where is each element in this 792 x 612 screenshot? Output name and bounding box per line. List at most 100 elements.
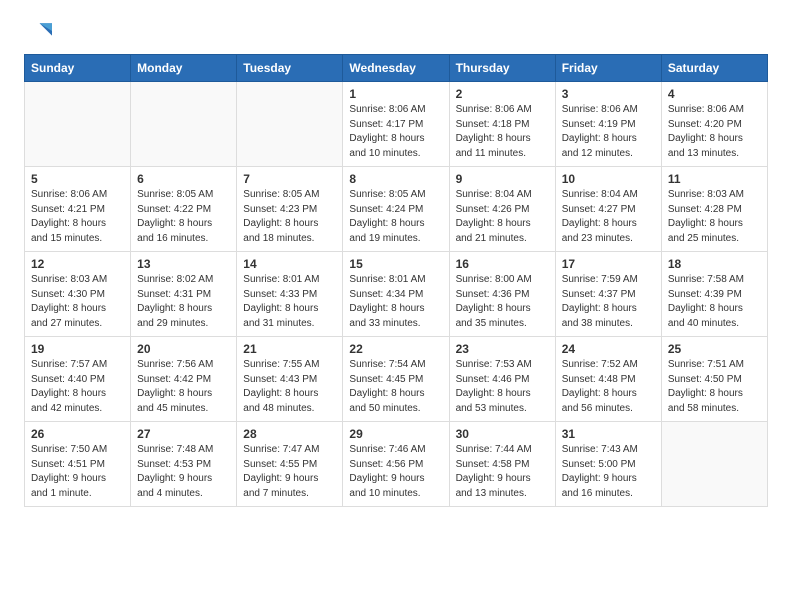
calendar-header-sunday: Sunday — [25, 55, 131, 82]
day-info: Sunrise: 8:03 AM Sunset: 4:30 PM Dayligh… — [31, 273, 124, 331]
calendar-header-saturday: Saturday — [661, 55, 767, 82]
calendar-cell: 27 Sunrise: 7:48 AM Sunset: 4:53 PM Dayli… — [131, 422, 237, 507]
day-number: 24 — [562, 342, 655, 356]
day-info: Sunrise: 7:56 AM Sunset: 4:42 PM Dayligh… — [137, 358, 230, 416]
day-info: Sunrise: 7:52 AM Sunset: 4:48 PM Dayligh… — [562, 358, 655, 416]
day-number: 5 — [31, 172, 124, 186]
calendar-cell: 20 Sunrise: 7:56 AM Sunset: 4:42 PM Dayli… — [131, 337, 237, 422]
calendar-week-row: 19 Sunrise: 7:57 AM Sunset: 4:40 PM Dayli… — [25, 337, 768, 422]
day-number: 12 — [31, 257, 124, 271]
day-number: 21 — [243, 342, 336, 356]
day-info: Sunrise: 7:55 AM Sunset: 4:43 PM Dayligh… — [243, 358, 336, 416]
calendar-cell: 19 Sunrise: 7:57 AM Sunset: 4:40 PM Dayli… — [25, 337, 131, 422]
calendar-cell: 7 Sunrise: 8:05 AM Sunset: 4:23 PM Daylig… — [237, 167, 343, 252]
day-number: 9 — [456, 172, 549, 186]
calendar-week-row: 26 Sunrise: 7:50 AM Sunset: 4:51 PM Dayli… — [25, 422, 768, 507]
calendar-cell: 21 Sunrise: 7:55 AM Sunset: 4:43 PM Dayli… — [237, 337, 343, 422]
day-info: Sunrise: 8:03 AM Sunset: 4:28 PM Dayligh… — [668, 188, 761, 246]
calendar-cell: 10 Sunrise: 8:04 AM Sunset: 4:27 PM Dayli… — [555, 167, 661, 252]
day-number: 14 — [243, 257, 336, 271]
day-number: 1 — [349, 87, 442, 101]
day-info: Sunrise: 8:00 AM Sunset: 4:36 PM Dayligh… — [456, 273, 549, 331]
calendar-week-row: 1 Sunrise: 8:06 AM Sunset: 4:17 PM Daylig… — [25, 82, 768, 167]
day-number: 26 — [31, 427, 124, 441]
day-number: 7 — [243, 172, 336, 186]
day-number: 23 — [456, 342, 549, 356]
day-info: Sunrise: 7:46 AM Sunset: 4:56 PM Dayligh… — [349, 443, 442, 501]
day-info: Sunrise: 7:57 AM Sunset: 4:40 PM Dayligh… — [31, 358, 124, 416]
day-number: 18 — [668, 257, 761, 271]
day-info: Sunrise: 8:06 AM Sunset: 4:20 PM Dayligh… — [668, 103, 761, 161]
day-number: 31 — [562, 427, 655, 441]
day-number: 25 — [668, 342, 761, 356]
calendar-week-row: 12 Sunrise: 8:03 AM Sunset: 4:30 PM Dayli… — [25, 252, 768, 337]
day-info: Sunrise: 8:05 AM Sunset: 4:23 PM Dayligh… — [243, 188, 336, 246]
day-info: Sunrise: 8:01 AM Sunset: 4:34 PM Dayligh… — [349, 273, 442, 331]
day-info: Sunrise: 8:05 AM Sunset: 4:24 PM Dayligh… — [349, 188, 442, 246]
day-info: Sunrise: 8:06 AM Sunset: 4:21 PM Dayligh… — [31, 188, 124, 246]
day-info: Sunrise: 8:06 AM Sunset: 4:18 PM Dayligh… — [456, 103, 549, 161]
logo-icon — [24, 20, 52, 42]
day-number: 8 — [349, 172, 442, 186]
day-number: 22 — [349, 342, 442, 356]
calendar-cell: 22 Sunrise: 7:54 AM Sunset: 4:45 PM Dayli… — [343, 337, 449, 422]
day-info: Sunrise: 7:50 AM Sunset: 4:51 PM Dayligh… — [31, 443, 124, 501]
day-number: 30 — [456, 427, 549, 441]
day-info: Sunrise: 8:06 AM Sunset: 4:17 PM Dayligh… — [349, 103, 442, 161]
day-number: 15 — [349, 257, 442, 271]
calendar-cell — [237, 82, 343, 167]
day-info: Sunrise: 7:43 AM Sunset: 5:00 PM Dayligh… — [562, 443, 655, 501]
calendar-cell: 14 Sunrise: 8:01 AM Sunset: 4:33 PM Dayli… — [237, 252, 343, 337]
day-number: 11 — [668, 172, 761, 186]
calendar-header-monday: Monday — [131, 55, 237, 82]
calendar-cell: 24 Sunrise: 7:52 AM Sunset: 4:48 PM Dayli… — [555, 337, 661, 422]
calendar-cell: 1 Sunrise: 8:06 AM Sunset: 4:17 PM Daylig… — [343, 82, 449, 167]
day-number: 29 — [349, 427, 442, 441]
calendar-cell: 31 Sunrise: 7:43 AM Sunset: 5:00 PM Dayli… — [555, 422, 661, 507]
day-info: Sunrise: 7:59 AM Sunset: 4:37 PM Dayligh… — [562, 273, 655, 331]
calendar-cell: 3Sunrise: 8:06 AM Sunset: 4:19 PM Daylig… — [555, 82, 661, 167]
page-header — [24, 20, 768, 42]
calendar-cell: 9 Sunrise: 8:04 AM Sunset: 4:26 PM Daylig… — [449, 167, 555, 252]
calendar-cell: 26 Sunrise: 7:50 AM Sunset: 4:51 PM Dayli… — [25, 422, 131, 507]
day-number: 27 — [137, 427, 230, 441]
day-number: 17 — [562, 257, 655, 271]
calendar-cell: 11 Sunrise: 8:03 AM Sunset: 4:28 PM Dayli… — [661, 167, 767, 252]
calendar-header-row: SundayMondayTuesdayWednesdayThursdayFrid… — [25, 55, 768, 82]
calendar-cell — [25, 82, 131, 167]
day-info: Sunrise: 7:48 AM Sunset: 4:53 PM Dayligh… — [137, 443, 230, 501]
calendar-cell: 12 Sunrise: 8:03 AM Sunset: 4:30 PM Dayli… — [25, 252, 131, 337]
day-number: 19 — [31, 342, 124, 356]
calendar-cell: 2 Sunrise: 8:06 AM Sunset: 4:18 PM Daylig… — [449, 82, 555, 167]
day-number: 2 — [456, 87, 549, 101]
calendar-header-tuesday: Tuesday — [237, 55, 343, 82]
day-number: 20 — [137, 342, 230, 356]
calendar-cell: 5 Sunrise: 8:06 AM Sunset: 4:21 PM Daylig… — [25, 167, 131, 252]
calendar-cell: 17 Sunrise: 7:59 AM Sunset: 4:37 PM Dayli… — [555, 252, 661, 337]
calendar-header-thursday: Thursday — [449, 55, 555, 82]
day-info: Sunrise: 8:02 AM Sunset: 4:31 PM Dayligh… — [137, 273, 230, 331]
day-info: Sunrise: 8:01 AM Sunset: 4:33 PM Dayligh… — [243, 273, 336, 331]
calendar-cell: 23 Sunrise: 7:53 AM Sunset: 4:46 PM Dayli… — [449, 337, 555, 422]
calendar-cell: 18 Sunrise: 7:58 AM Sunset: 4:39 PM Dayli… — [661, 252, 767, 337]
calendar-header-friday: Friday — [555, 55, 661, 82]
day-info: Sunrise: 7:54 AM Sunset: 4:45 PM Dayligh… — [349, 358, 442, 416]
calendar-cell: 16 Sunrise: 8:00 AM Sunset: 4:36 PM Dayli… — [449, 252, 555, 337]
calendar-cell: 4 Sunrise: 8:06 AM Sunset: 4:20 PM Daylig… — [661, 82, 767, 167]
day-info: Sunrise: 8:06 AM Sunset: 4:19 PM Dayligh… — [562, 103, 655, 161]
calendar-cell — [131, 82, 237, 167]
day-info: Sunrise: 7:53 AM Sunset: 4:46 PM Dayligh… — [456, 358, 549, 416]
day-number: 6 — [137, 172, 230, 186]
calendar-cell: 15 Sunrise: 8:01 AM Sunset: 4:34 PM Dayli… — [343, 252, 449, 337]
day-info: Sunrise: 7:58 AM Sunset: 4:39 PM Dayligh… — [668, 273, 761, 331]
calendar-cell — [661, 422, 767, 507]
day-info: Sunrise: 8:05 AM Sunset: 4:22 PM Dayligh… — [137, 188, 230, 246]
calendar-cell: 6 Sunrise: 8:05 AM Sunset: 4:22 PM Daylig… — [131, 167, 237, 252]
day-info: Sunrise: 8:04 AM Sunset: 4:26 PM Dayligh… — [456, 188, 549, 246]
day-number: 16 — [456, 257, 549, 271]
day-number: 10 — [562, 172, 655, 186]
day-number: 4 — [668, 87, 761, 101]
day-number: 13 — [137, 257, 230, 271]
day-info: Sunrise: 8:04 AM Sunset: 4:27 PM Dayligh… — [562, 188, 655, 246]
calendar-table: SundayMondayTuesdayWednesdayThursdayFrid… — [24, 54, 768, 507]
